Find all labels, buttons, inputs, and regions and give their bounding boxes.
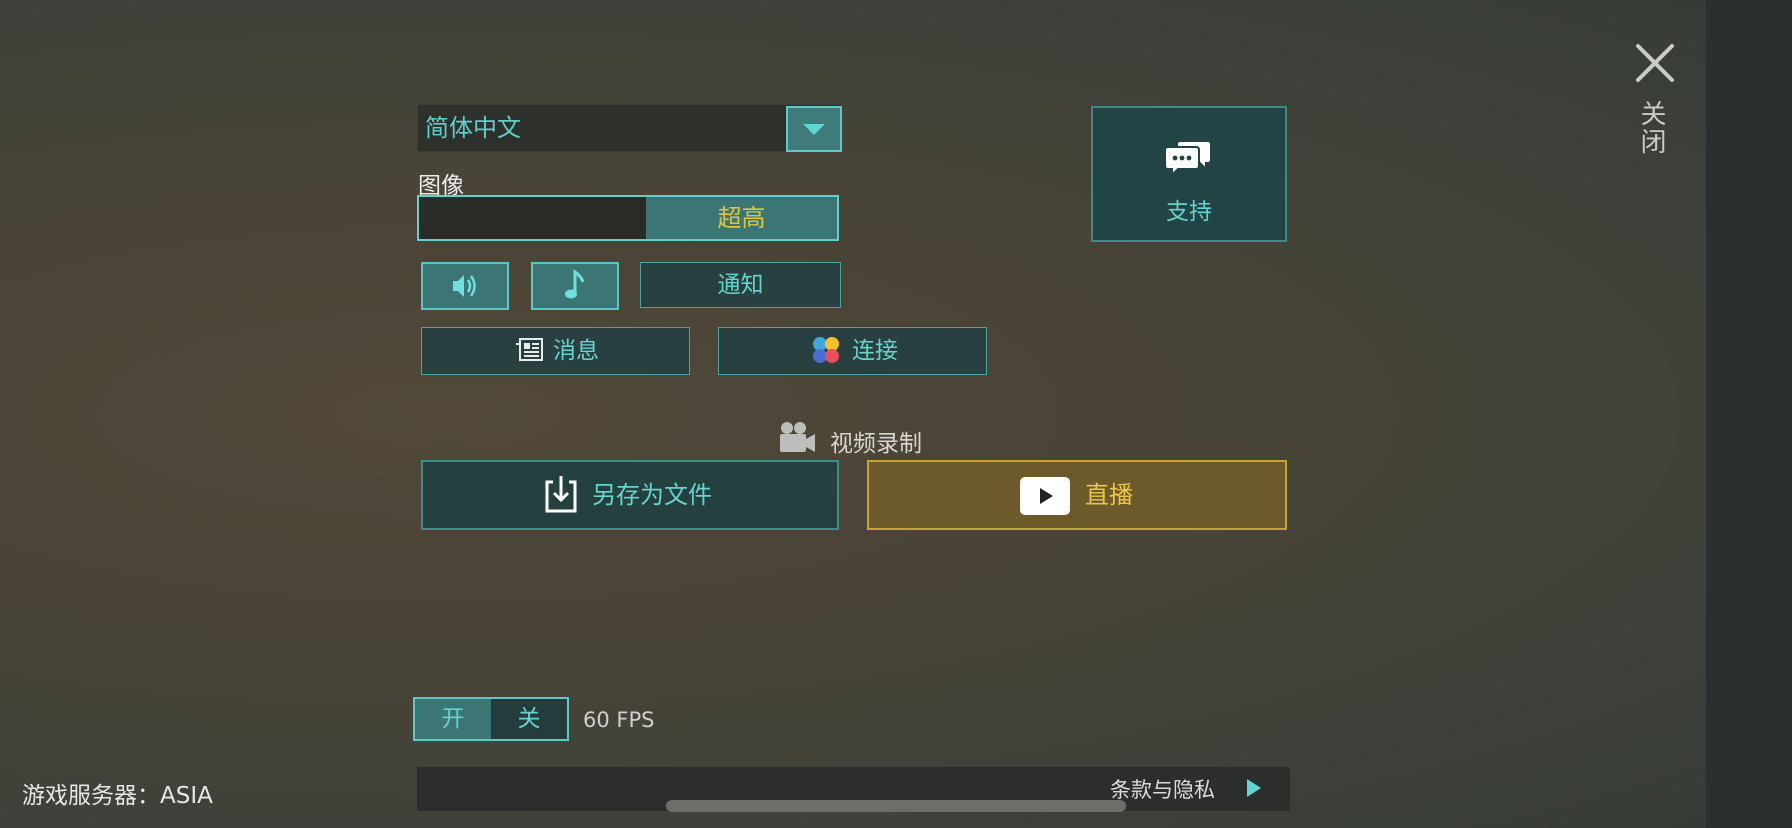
newspaper-icon — [514, 336, 544, 368]
chevron-down-icon — [803, 124, 825, 135]
speaker-icon — [453, 275, 476, 297]
horizontal-scrollbar[interactable] — [666, 800, 1126, 812]
news-label: 消息 — [553, 338, 599, 364]
play-arrow-icon[interactable] — [1245, 777, 1263, 803]
close-button-label[interactable]: 关闭 — [1636, 100, 1670, 156]
video-recording-label: 视频录制 — [830, 431, 922, 457]
support-label: 支持 — [1166, 199, 1212, 225]
terms-privacy-link[interactable]: 条款与隐私 — [1110, 774, 1215, 804]
download-icon — [544, 474, 578, 518]
chat-bubbles-icon — [1164, 138, 1212, 182]
music-toggle-button[interactable] — [531, 262, 619, 310]
fps-toggle-off[interactable]: 关 — [491, 699, 567, 739]
fps-label: 60 FPS — [583, 708, 655, 732]
connect-icon — [810, 334, 842, 370]
language-dropdown-button[interactable] — [786, 106, 842, 152]
live-stream-label: 直播 — [1085, 481, 1133, 509]
notify-label: 通知 — [717, 272, 764, 298]
fps-toggle-on[interactable]: 开 — [415, 699, 491, 739]
close-icon[interactable] — [1632, 40, 1678, 86]
graphics-quality-value: 超高 — [717, 204, 766, 232]
language-selected: 简体中文 — [425, 114, 521, 142]
game-server-label: 游戏服务器：ASIA — [22, 783, 213, 809]
live-stream-button[interactable] — [867, 460, 1287, 530]
music-note-icon — [565, 269, 585, 299]
video-camera-icon — [778, 420, 816, 458]
sound-toggle-button[interactable] — [421, 262, 509, 310]
right-panel — [1706, 0, 1792, 828]
play-icon — [1020, 477, 1070, 519]
connect-label: 连接 — [852, 338, 898, 364]
save-to-file-label: 另存为文件 — [592, 481, 712, 509]
